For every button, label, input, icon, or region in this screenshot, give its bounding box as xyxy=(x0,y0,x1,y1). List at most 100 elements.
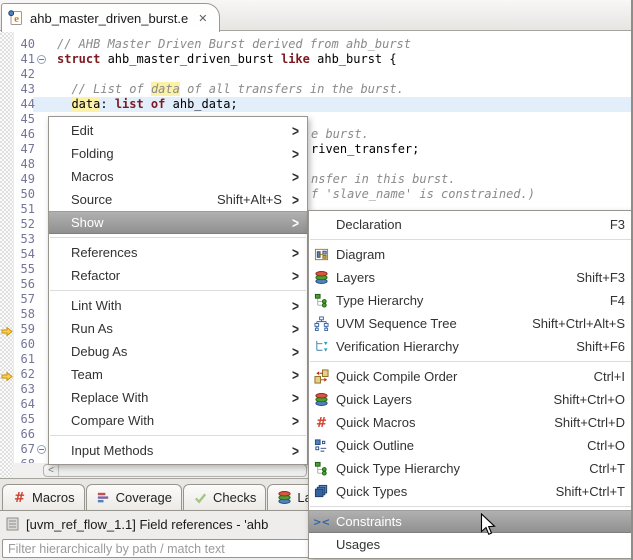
ide-window: e ahb_master_driven_burst.e ✕ 40 41 42 43 44… xyxy=(0,0,633,560)
submenu-arrow-icon: > xyxy=(291,319,299,338)
tab-coverage[interactable]: Coverage xyxy=(85,484,182,510)
menu-item-quick-compile-order[interactable]: Quick Compile Order Ctrl+I xyxy=(309,365,633,388)
hash-icon: # xyxy=(12,490,27,506)
submenu-arrow-icon: > xyxy=(291,342,299,361)
menu-separator xyxy=(310,239,633,240)
code-line: data: list of ahb_data; xyxy=(71,97,238,111)
menu-item-label: Usages xyxy=(336,537,381,552)
context-menu: Edit > Folding > Macros > Source Shift+Alt+S > Sh… xyxy=(48,116,308,465)
bottom-tab-label: Coverage xyxy=(115,490,172,505)
menu-item-label: Verification Hierarchy xyxy=(336,339,459,354)
menu-item-label: UVM Sequence Tree xyxy=(336,316,457,331)
type-hierarchy-icon xyxy=(314,461,329,476)
line-number: 58 xyxy=(20,307,35,321)
line-number: 49 xyxy=(20,172,35,186)
menu-item-usages[interactable]: Usages xyxy=(309,533,633,556)
editor-marker-strip xyxy=(0,31,14,478)
tab-macros[interactable]: # Macros xyxy=(2,484,85,510)
tab-checks[interactable]: Checks xyxy=(183,484,267,510)
layers-icon xyxy=(277,490,292,505)
menu-item-team[interactable]: Team > xyxy=(49,363,307,386)
menu-item-quick-macros[interactable]: # Quick Macros Shift+Ctrl+D xyxy=(309,411,633,434)
nav-arrow-marker xyxy=(1,369,13,382)
menu-item-shortcut: Shift+Ctrl+O xyxy=(553,392,625,407)
line-number: 42 xyxy=(20,67,35,81)
editor-tab[interactable]: e ahb_master_driven_burst.e ✕ xyxy=(1,3,221,32)
svg-text:#: # xyxy=(14,491,25,505)
menu-item-verification-hierarchy[interactable]: Verification Hierarchy Shift+F6 xyxy=(309,335,633,358)
menu-item-references[interactable]: References > xyxy=(49,241,307,264)
horizontal-scrollbar[interactable]: < xyxy=(43,464,307,477)
menu-item-label: Lint With xyxy=(71,298,122,313)
menu-item-shortcut: F3 xyxy=(609,217,625,232)
submenu-arrow-icon: > xyxy=(291,266,299,285)
menu-item-diagram[interactable]: Diagram xyxy=(309,243,633,266)
menu-item-label: Quick Types xyxy=(336,484,408,499)
menu-item-label: Quick Type Hierarchy xyxy=(336,461,461,476)
menu-item-layers[interactable]: Layers Shift+F3 xyxy=(309,266,633,289)
menu-item-input-methods[interactable]: Input Methods > xyxy=(49,439,307,462)
nav-arrow-marker xyxy=(1,324,13,337)
layers-icon xyxy=(314,392,329,407)
menu-item-macros[interactable]: Macros > xyxy=(49,165,307,188)
line-number: 62 xyxy=(20,367,35,381)
fold-minus-icon[interactable] xyxy=(37,55,46,64)
line-number: 67 xyxy=(20,442,35,456)
submenu-arrow-icon: > xyxy=(291,213,299,232)
line-number: 40 xyxy=(20,37,35,51)
svg-text:><: >< xyxy=(314,516,329,528)
submenu-arrow-icon: > xyxy=(291,243,299,262)
fold-minus-icon[interactable] xyxy=(37,445,46,454)
menu-item-shortcut: Shift+F6 xyxy=(576,339,625,354)
menu-separator xyxy=(50,290,306,291)
line-number: 61 xyxy=(20,352,35,366)
menu-item-show[interactable]: Show > xyxy=(49,211,307,234)
menu-item-declaration[interactable]: Declaration F3 xyxy=(309,213,633,236)
compile-order-icon xyxy=(314,369,329,384)
menu-item-label: Team xyxy=(71,367,103,382)
menu-item-label: Quick Compile Order xyxy=(336,369,458,384)
menu-item-debug-as[interactable]: Debug As > xyxy=(49,340,307,363)
menu-item-label: Quick Macros xyxy=(336,415,416,430)
uvm-tree-icon xyxy=(314,316,329,331)
menu-item-label: Run As xyxy=(71,321,113,336)
menu-item-run-as[interactable]: Run As > xyxy=(49,317,307,340)
menu-item-source[interactable]: Source Shift+Alt+S > xyxy=(49,188,307,211)
menu-item-label: Source xyxy=(71,192,113,207)
line-number: 41 xyxy=(20,52,35,66)
submenu-arrow-icon: > xyxy=(291,365,299,384)
menu-item-quick-layers[interactable]: Quick Layers Shift+Ctrl+O xyxy=(309,388,633,411)
menu-item-replace-with[interactable]: Replace With > xyxy=(49,386,307,409)
submenu-arrow-icon: > xyxy=(291,296,299,315)
menu-item-constraints[interactable]: >< Constraints xyxy=(309,510,633,533)
menu-item-label: References xyxy=(71,245,138,260)
menu-item-uvm-sequence-tree[interactable]: UVM Sequence Tree Shift+Ctrl+Alt+S xyxy=(309,312,633,335)
menu-item-label: Input Methods xyxy=(71,443,154,458)
code-line: // AHB Master Driven Burst derived from … xyxy=(57,37,412,51)
menu-item-shortcut: Ctrl+T xyxy=(589,461,625,476)
menu-item-shortcut: F4 xyxy=(609,293,625,308)
menu-item-label: Edit xyxy=(71,123,94,138)
menu-item-compare-with[interactable]: Compare With > xyxy=(49,409,307,432)
diagram-icon xyxy=(314,247,329,262)
type-hierarchy-icon xyxy=(314,293,329,308)
menu-item-shortcut: Ctrl+O xyxy=(587,438,625,453)
menu-item-edit[interactable]: Edit > xyxy=(49,119,307,142)
coverage-icon xyxy=(96,490,111,505)
code-line-fragment: e burst. xyxy=(311,127,369,141)
scroll-left-button[interactable]: < xyxy=(44,465,59,476)
line-number: 48 xyxy=(20,157,35,171)
menu-item-quick-outline[interactable]: Quick Outline Ctrl+O xyxy=(309,434,633,457)
menu-item-quick-types[interactable]: Quick Types Shift+Ctrl+T xyxy=(309,480,633,503)
close-icon[interactable]: ✕ xyxy=(198,12,207,25)
menu-item-folding[interactable]: Folding > xyxy=(49,142,307,165)
submenu-arrow-icon: > xyxy=(291,388,299,407)
menu-item-quick-type-hierarchy[interactable]: Quick Type Hierarchy Ctrl+T xyxy=(309,457,633,480)
menu-item-type-hierarchy[interactable]: Type Hierarchy F4 xyxy=(309,289,633,312)
svg-text:e: e xyxy=(14,13,19,25)
menu-item-lint-with[interactable]: Lint With > xyxy=(49,294,307,317)
line-number: 51 xyxy=(20,202,35,216)
code-line-fragment: riven_transfer; xyxy=(311,142,420,156)
verif-hierarchy-icon xyxy=(314,339,329,354)
menu-item-refactor[interactable]: Refactor > xyxy=(49,264,307,287)
